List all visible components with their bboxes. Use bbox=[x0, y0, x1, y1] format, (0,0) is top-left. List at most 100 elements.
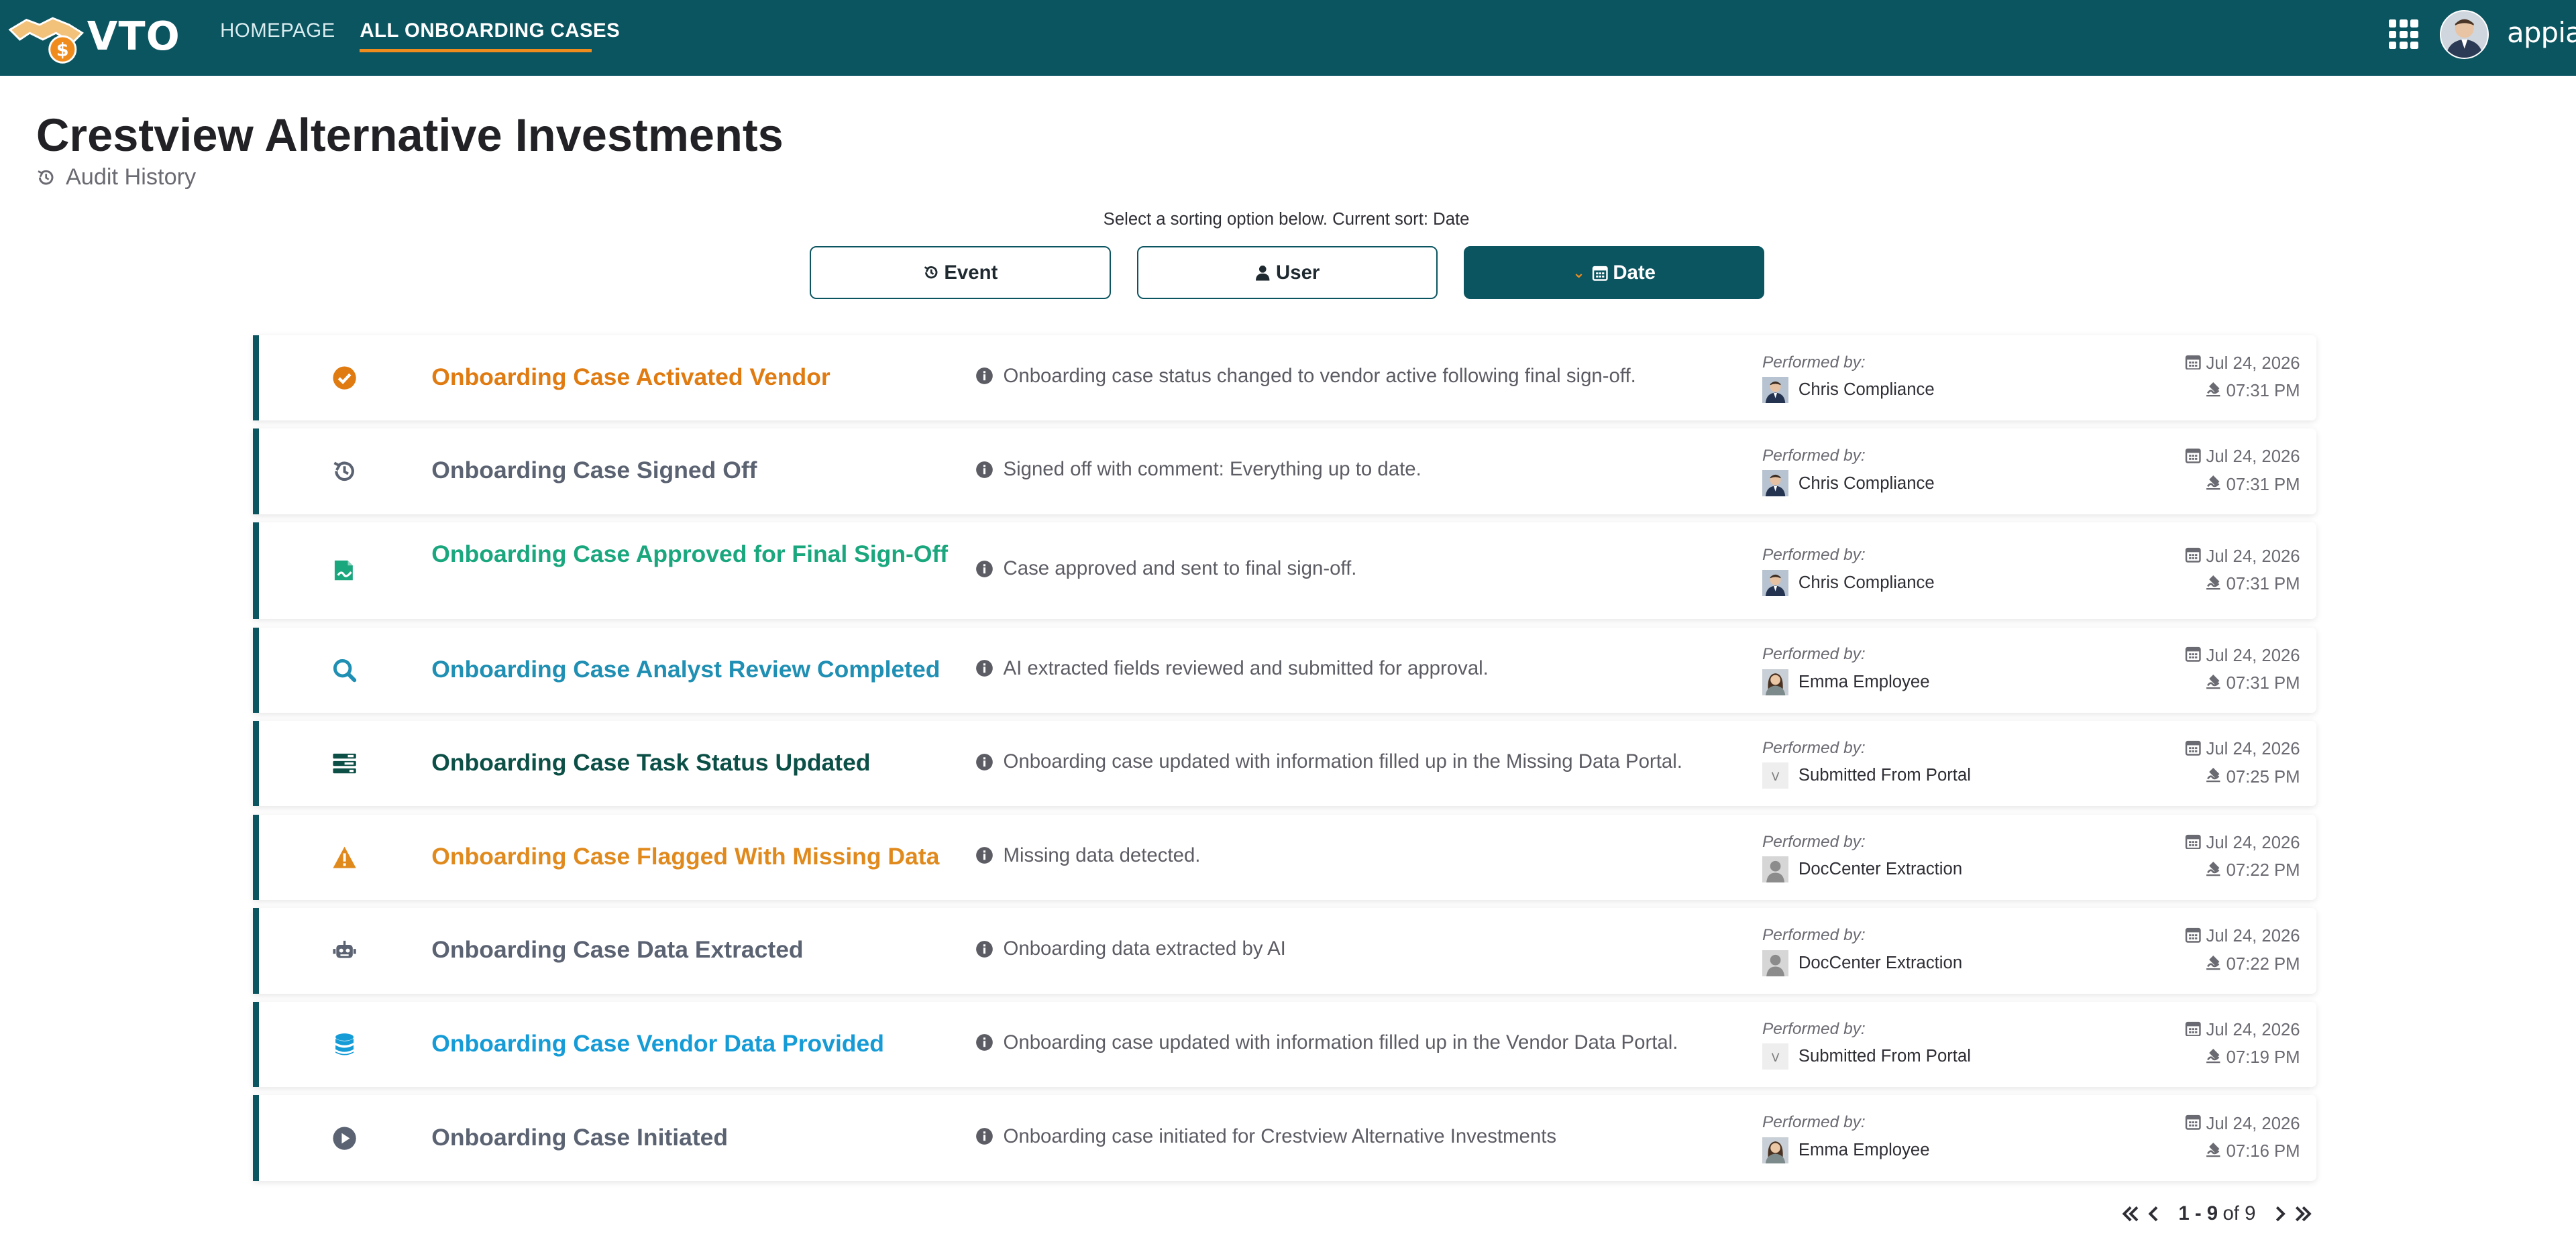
info-icon bbox=[975, 367, 994, 385]
event-time: 07:19 PM bbox=[2226, 1048, 2300, 1068]
event-description: Onboarding case status changed to vendor… bbox=[975, 365, 1636, 388]
event-datetime: Jul 24, 2026 07:19 PM bbox=[2185, 1020, 2300, 1069]
performer-name: DocCenter Extraction bbox=[1798, 860, 1963, 879]
nav-homepage[interactable]: HOMEPAGE bbox=[220, 19, 335, 42]
performer-avatar bbox=[1762, 669, 1789, 695]
performer-avatar bbox=[1762, 470, 1789, 497]
app-launcher-grid-icon[interactable] bbox=[2388, 19, 2418, 50]
performer[interactable]: Emma Employee bbox=[1762, 669, 1930, 695]
event-description: Case approved and sent to final sign-off… bbox=[975, 557, 1356, 580]
performed-by: Performed by: Emma Employee bbox=[1762, 645, 1930, 695]
event-description: AI extracted fields reviewed and submitt… bbox=[975, 657, 1489, 680]
performed-by-label: Performed by: bbox=[1762, 353, 1866, 371]
performer[interactable]: V Submitted From Portal bbox=[1762, 1043, 1971, 1070]
event-time: 07:31 PM bbox=[2226, 574, 2300, 593]
info-icon bbox=[975, 940, 994, 958]
event-title[interactable]: Onboarding Case Approved for Final Sign-… bbox=[431, 538, 957, 571]
next-page-icon[interactable] bbox=[2269, 1202, 2292, 1225]
calendar-icon bbox=[2185, 833, 2206, 854]
svg-text:$: $ bbox=[56, 40, 69, 60]
performed-by: Performed by: Chris Compliance bbox=[1762, 447, 1935, 497]
event-title[interactable]: Onboarding Case Data Extracted bbox=[431, 934, 957, 966]
audit-history-subtitle: Audit History bbox=[36, 164, 196, 190]
check-circle-icon bbox=[331, 365, 358, 391]
performer[interactable]: DocCenter Extraction bbox=[1762, 856, 1963, 883]
event-description: Missing data detected. bbox=[975, 844, 1201, 867]
performer-avatar bbox=[1762, 950, 1789, 976]
sort-user-button[interactable]: User bbox=[1136, 246, 1438, 299]
event-datetime: Jul 24, 2026 07:22 PM bbox=[2185, 833, 2300, 882]
event-time: 07:31 PM bbox=[2226, 382, 2300, 401]
performer-name: Submitted From Portal bbox=[1798, 1047, 1971, 1066]
previous-page-icon[interactable] bbox=[2142, 1202, 2165, 1225]
performed-by-label: Performed by: bbox=[1762, 645, 1866, 664]
performed-by-label: Performed by: bbox=[1762, 546, 1866, 565]
first-page-icon[interactable] bbox=[2119, 1202, 2142, 1225]
event-title[interactable]: Onboarding Case Task Status Updated bbox=[431, 747, 957, 779]
play-circle-icon bbox=[331, 1125, 358, 1151]
performer[interactable]: Emma Employee bbox=[1762, 1137, 1930, 1163]
performer-name: DocCenter Extraction bbox=[1798, 953, 1963, 972]
appian-brand: appian bbox=[2507, 16, 2576, 50]
nav-all-onboarding-cases[interactable]: ALL ONBOARDING CASES bbox=[360, 19, 620, 42]
calendar-icon bbox=[2185, 926, 2206, 947]
audit-event-row: Onboarding Case Signed Off Signed off wi… bbox=[253, 428, 2317, 514]
event-description: Onboarding data extracted by AI bbox=[975, 937, 1286, 960]
sort-date-button[interactable]: ⌄ Date bbox=[1464, 246, 1765, 299]
performed-by: Performed by: V Submitted From Portal bbox=[1762, 739, 1971, 789]
performed-by-label: Performed by: bbox=[1762, 1113, 1866, 1132]
user-avatar[interactable] bbox=[2439, 9, 2489, 60]
search-icon bbox=[331, 657, 358, 683]
signature-icon bbox=[2205, 1047, 2226, 1068]
performed-by: Performed by: Emma Employee bbox=[1762, 1113, 1930, 1163]
task-list-icon bbox=[331, 750, 358, 777]
pagination: 1 - 9 of 9 bbox=[2119, 1202, 2314, 1225]
event-title[interactable]: Onboarding Case Flagged With Missing Dat… bbox=[431, 841, 957, 873]
performer[interactable]: Chris Compliance bbox=[1762, 569, 1935, 596]
signature-icon bbox=[2205, 860, 2226, 881]
last-page-icon[interactable] bbox=[2292, 1202, 2314, 1225]
calendar-icon bbox=[2185, 1020, 2206, 1041]
logo-text: VTO bbox=[87, 13, 180, 60]
history-icon bbox=[38, 170, 54, 185]
audit-event-row: Onboarding Case Flagged With Missing Dat… bbox=[253, 814, 2317, 901]
audit-event-row: Onboarding Case Vendor Data Provided Onb… bbox=[253, 1001, 2317, 1088]
event-title[interactable]: Onboarding Case Signed Off bbox=[431, 455, 957, 487]
event-datetime: Jul 24, 2026 07:16 PM bbox=[2185, 1113, 2300, 1162]
calendar-icon bbox=[2185, 447, 2206, 467]
event-description-text: Missing data detected. bbox=[1003, 844, 1201, 866]
event-title[interactable]: Onboarding Case Activated Vendor bbox=[431, 361, 957, 394]
handshake-coin-icon: $ bbox=[8, 17, 84, 64]
event-date: Jul 24, 2026 bbox=[2206, 740, 2300, 759]
event-title[interactable]: Onboarding Case Initiated bbox=[431, 1122, 957, 1154]
performer-avatar bbox=[1762, 856, 1789, 883]
performer-avatar: V bbox=[1762, 762, 1789, 789]
performer[interactable]: Chris Compliance bbox=[1762, 376, 1935, 404]
audit-event-row: Onboarding Case Initiated Onboarding cas… bbox=[253, 1095, 2317, 1181]
event-date: Jul 24, 2026 bbox=[2206, 353, 2300, 373]
event-time: 07:25 PM bbox=[2226, 767, 2300, 787]
event-description-text: Onboarding case status changed to vendor… bbox=[1003, 364, 1636, 387]
sort-prompt: Select a sorting option below. Current s… bbox=[1103, 210, 1470, 229]
signature-icon bbox=[2205, 954, 2226, 975]
page-total: of 9 bbox=[2222, 1202, 2256, 1224]
performer-avatar bbox=[1762, 376, 1789, 404]
sort-event-button[interactable]: Event bbox=[810, 246, 1111, 299]
performer[interactable]: DocCenter Extraction bbox=[1762, 950, 1962, 976]
audit-event-row: Onboarding Case Approved for Final Sign-… bbox=[253, 522, 2317, 620]
signature-icon bbox=[2205, 474, 2226, 495]
top-navigation-bar: $ VTO HOMEPAGE ALL ONBOARDING CASES appi… bbox=[0, 0, 2576, 76]
event-description-text: Onboarding case updated with information… bbox=[1003, 750, 1682, 773]
event-title[interactable]: Onboarding Case Vendor Data Provided bbox=[431, 1028, 957, 1060]
performer[interactable]: V Submitted From Portal bbox=[1762, 762, 1971, 789]
event-date: Jul 24, 2026 bbox=[2206, 646, 2300, 665]
signature-icon bbox=[2205, 1141, 2226, 1162]
event-date: Jul 24, 2026 bbox=[2206, 833, 2300, 852]
performer[interactable]: Chris Compliance bbox=[1762, 470, 1935, 497]
event-title[interactable]: Onboarding Case Analyst Review Completed bbox=[431, 654, 957, 686]
sort-event-label: Event bbox=[944, 261, 998, 284]
event-time: 07:22 PM bbox=[2226, 954, 2300, 974]
event-datetime: Jul 24, 2026 07:31 PM bbox=[2185, 447, 2300, 496]
event-time: 07:31 PM bbox=[2226, 475, 2300, 494]
vto-logo[interactable]: $ VTO bbox=[7, 5, 180, 67]
